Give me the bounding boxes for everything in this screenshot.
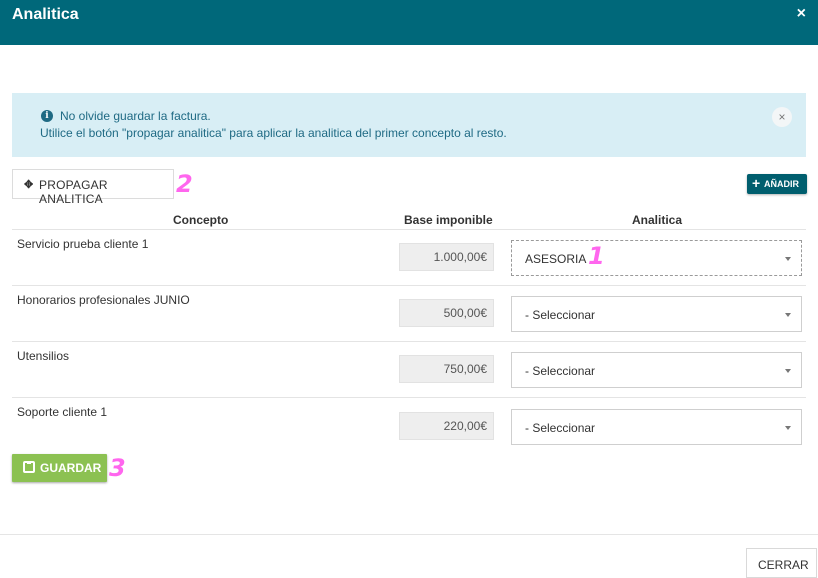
propagar-analitica-button[interactable]: ✥ PROPAGAR ANALITICA bbox=[12, 169, 174, 206]
floppy-disk-icon bbox=[23, 461, 35, 473]
row-divider bbox=[12, 341, 806, 342]
annotation-2: 2 bbox=[176, 170, 193, 198]
row-3-analitica-select[interactable]: - Seleccionar bbox=[511, 352, 802, 388]
row-1-analitica-select[interactable]: ASESORIA bbox=[511, 240, 802, 276]
chevron-down-icon bbox=[785, 313, 791, 317]
alert-line-1: No olvide guardar la factura. bbox=[60, 109, 211, 123]
row-divider bbox=[12, 285, 806, 286]
footer-divider bbox=[0, 534, 818, 535]
row-2-analitica-select[interactable]: - Seleccionar bbox=[511, 296, 802, 332]
dialog-header: Analitica × bbox=[0, 0, 818, 45]
header-analitica: Analitica bbox=[632, 213, 683, 227]
plus-icon: + bbox=[752, 175, 761, 191]
close-button[interactable]: CERRAR bbox=[746, 548, 817, 578]
header-concepto: Concepto bbox=[173, 213, 229, 227]
alert-line-2: Utilice el botón "propagar analitica" pa… bbox=[40, 126, 507, 140]
propagar-label: PROPAGAR ANALITICA bbox=[39, 178, 108, 206]
annotation-3: 3 bbox=[109, 454, 126, 482]
row-3-concepto: Utensilios bbox=[17, 349, 70, 363]
add-label: AÑADIR bbox=[764, 179, 799, 189]
row-3-analitica-value: - Seleccionar bbox=[525, 364, 596, 378]
add-button[interactable]: + AÑADIR bbox=[747, 174, 807, 194]
chevron-down-icon bbox=[785, 426, 791, 430]
row-1-base: 1.000,00€ bbox=[399, 243, 494, 271]
info-alert: i No olvide guardar la factura. Utilice … bbox=[12, 93, 806, 157]
row-2-concepto: Honorarios profesionales JUNIO bbox=[17, 293, 190, 307]
row-4-base: 220,00€ bbox=[399, 412, 494, 440]
dismiss-alert-icon[interactable]: × bbox=[772, 107, 792, 127]
dialog-title: Analitica bbox=[12, 6, 79, 23]
row-1-concepto: Servicio prueba cliente 1 bbox=[17, 237, 149, 251]
info-icon: i bbox=[41, 110, 53, 122]
row-2-base: 500,00€ bbox=[399, 299, 494, 327]
save-label: GUARDAR bbox=[40, 461, 102, 475]
header-base-imponible: Base imponible bbox=[404, 213, 493, 227]
save-button[interactable]: GUARDAR bbox=[12, 454, 107, 482]
chevron-down-icon bbox=[785, 257, 791, 261]
row-divider bbox=[12, 397, 806, 398]
row-2-analitica-value: - Seleccionar bbox=[525, 308, 596, 322]
close-label: CERRAR bbox=[758, 558, 809, 572]
close-icon[interactable]: × bbox=[797, 5, 806, 23]
chevron-down-icon bbox=[785, 369, 791, 373]
annotation-1: 1 bbox=[588, 242, 605, 270]
row-divider bbox=[12, 229, 806, 230]
row-4-concepto: Soporte cliente 1 bbox=[17, 405, 108, 419]
row-4-analitica-value: - Seleccionar bbox=[525, 421, 596, 435]
expand-arrows-icon: ✥ bbox=[24, 179, 34, 191]
row-4-analitica-select[interactable]: - Seleccionar bbox=[511, 409, 802, 445]
row-1-analitica-value: ASESORIA bbox=[525, 252, 587, 266]
row-3-base: 750,00€ bbox=[399, 355, 494, 383]
